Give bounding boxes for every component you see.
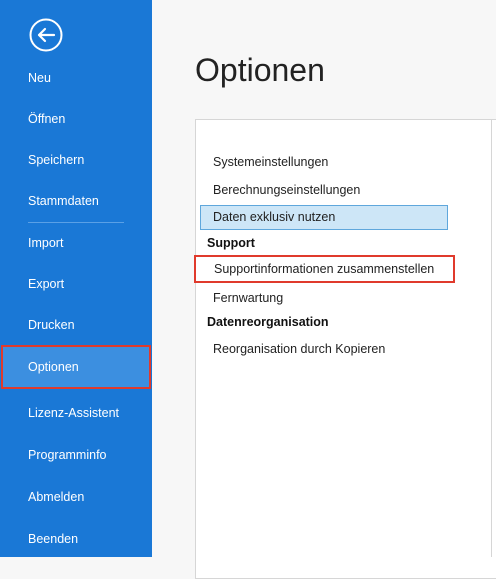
sidebar-item-abmelden[interactable]: Abmelden (0, 479, 152, 515)
section-heading-support: Support (207, 236, 255, 250)
sidebar: Neu Öffnen Speichern Stammdaten Import E… (0, 0, 152, 557)
sidebar-item-drucken[interactable]: Drucken (0, 307, 152, 343)
sidebar-item-oeffnen[interactable]: Öffnen (0, 101, 152, 137)
option-fernwartung[interactable]: Fernwartung (213, 291, 283, 305)
sidebar-item-beenden[interactable]: Beenden (0, 521, 152, 557)
section-heading-datenreorganisation: Datenreorganisation (207, 315, 329, 329)
sidebar-item-optionen[interactable]: Optionen (1, 345, 151, 389)
panel-divider (491, 119, 492, 557)
sidebar-item-programminfo[interactable]: Programminfo (0, 437, 152, 473)
sidebar-item-neu[interactable]: Neu (0, 60, 152, 96)
back-button[interactable] (29, 18, 63, 52)
sidebar-item-lizenz-assistent[interactable]: Lizenz-Assistent (0, 395, 152, 431)
sidebar-item-speichern[interactable]: Speichern (0, 142, 152, 178)
option-reorganisation-kopieren[interactable]: Reorganisation durch Kopieren (213, 342, 385, 356)
option-supportinformationen[interactable]: Supportinformationen zusammenstellen (194, 255, 455, 283)
sidebar-item-export[interactable]: Export (0, 266, 152, 302)
page-title: Optionen (195, 52, 325, 88)
option-berechnungseinstellungen[interactable]: Berechnungseinstellungen (213, 183, 360, 197)
option-systemeinstellungen[interactable]: Systemeinstellungen (213, 155, 328, 169)
back-arrow-circle-icon (29, 18, 63, 52)
sidebar-item-stammdaten[interactable]: Stammdaten (0, 183, 152, 219)
sidebar-item-import[interactable]: Import (0, 225, 152, 261)
option-daten-exklusiv-nutzen[interactable]: Daten exklusiv nutzen (200, 205, 448, 230)
sidebar-divider (28, 222, 124, 223)
